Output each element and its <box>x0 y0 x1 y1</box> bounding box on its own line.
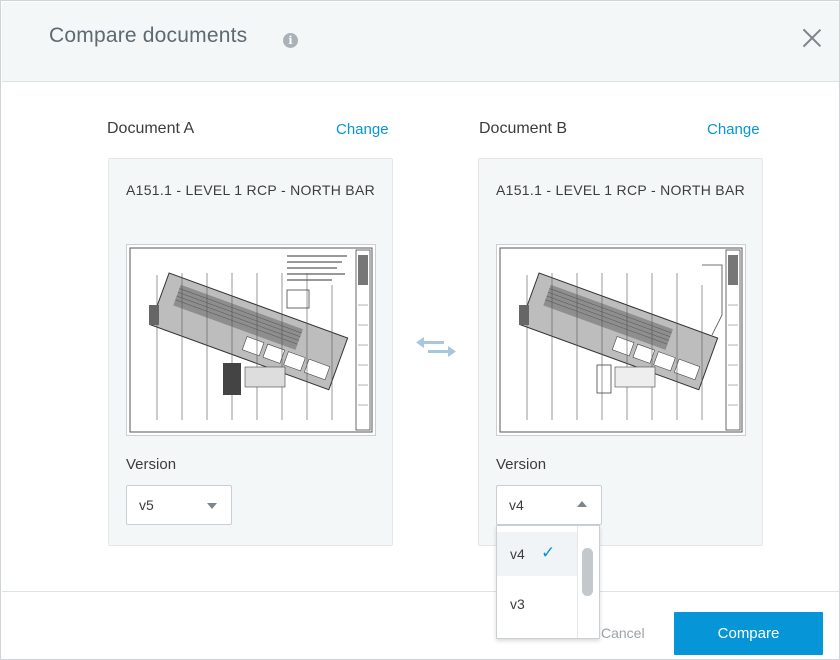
compare-documents-dialog: Compare documents i Document A Change A1… <box>0 0 840 660</box>
document-b-card: A151.1 - LEVEL 1 RCP - NORTH BAR Version… <box>478 158 763 546</box>
document-b-name: A151.1 - LEVEL 1 RCP - NORTH BAR <box>496 182 745 198</box>
checkmark-icon: ✓ <box>541 543 556 563</box>
chevron-up-icon <box>577 501 587 507</box>
version-option-label: v3 <box>510 596 525 612</box>
version-option-v4[interactable]: v4 ✓ <box>497 532 577 576</box>
dropdown-scrollbar-thumb[interactable] <box>582 548 593 596</box>
document-a-version-value: v5 <box>139 497 154 513</box>
document-a-name: A151.1 - LEVEL 1 RCP - NORTH BAR <box>126 182 375 198</box>
swap-arrows-icon[interactable] <box>414 333 458 361</box>
close-icon[interactable] <box>798 24 826 52</box>
document-a-version-label: Version <box>126 456 177 473</box>
document-b-version-select[interactable]: v4 <box>496 485 602 525</box>
document-a-change-link[interactable]: Change <box>336 121 389 138</box>
document-a-thumbnail <box>126 244 376 436</box>
document-a-card: A151.1 - LEVEL 1 RCP - NORTH BAR Version… <box>108 158 393 546</box>
document-b-version-value: v4 <box>509 497 524 513</box>
document-b-thumbnail <box>496 244 746 436</box>
chevron-down-icon <box>207 503 217 509</box>
compare-button[interactable]: Compare <box>674 612 823 655</box>
document-b-heading: Document B <box>479 120 568 137</box>
info-icon[interactable]: i <box>283 33 298 48</box>
version-option-v3[interactable]: v3 <box>497 582 577 626</box>
dialog-title: Compare documents <box>49 24 248 47</box>
cancel-button[interactable]: Cancel <box>601 625 645 641</box>
document-a-version-select[interactable]: v5 <box>126 485 232 525</box>
document-a-heading: Document A <box>107 120 195 137</box>
version-option-label: v4 <box>510 546 525 562</box>
document-b-change-link[interactable]: Change <box>707 121 760 138</box>
dialog-header: Compare documents i <box>2 2 839 82</box>
document-b-version-dropdown: v4 ✓ v3 <box>496 525 600 639</box>
footer-divider <box>2 591 839 592</box>
document-b-version-label: Version <box>496 456 547 473</box>
